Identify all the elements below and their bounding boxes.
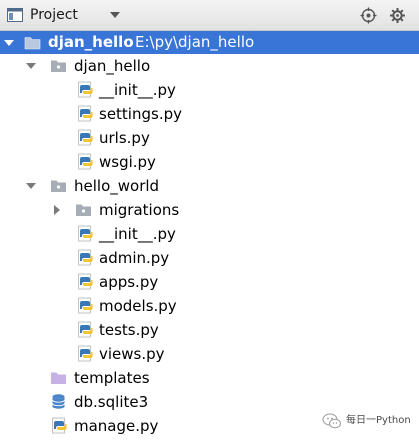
database-icon xyxy=(52,394,65,409)
triangle-down-icon[interactable] xyxy=(110,12,120,19)
tree-node-file[interactable]: tests.py xyxy=(0,318,419,342)
project-tree: djan_hello E:\py\djan_hello djan_hello _… xyxy=(0,31,419,438)
tree-node-hello_world-package[interactable]: hello_world xyxy=(0,174,419,198)
python-file-icon xyxy=(78,105,93,122)
tree-node-label: djan_hello xyxy=(48,33,134,51)
tree-node-label: views.py xyxy=(99,345,165,363)
tree-node-label: templates xyxy=(74,369,150,387)
tree-node-file[interactable]: views.py xyxy=(0,342,419,366)
tree-node-file[interactable]: apps.py xyxy=(0,270,419,294)
watermark-text: 每日一Python xyxy=(346,415,411,426)
tree-node-label: models.py xyxy=(99,297,177,315)
tree-node-file[interactable]: admin.py xyxy=(0,246,419,270)
tree-node-djan_hello-package[interactable]: djan_hello xyxy=(0,54,419,78)
python-file-icon xyxy=(78,153,93,170)
expanded-arrow-icon[interactable] xyxy=(25,60,37,72)
python-file-icon xyxy=(78,249,93,266)
python-file-icon xyxy=(78,297,93,314)
tree-node-label: tests.py xyxy=(99,321,159,339)
watermark: 每日一Python xyxy=(322,411,417,433)
python-file-icon xyxy=(78,129,93,146)
python-file-icon xyxy=(78,81,93,98)
python-file-icon xyxy=(78,225,93,242)
tree-node-root-djan_hello[interactable]: djan_hello E:\py\djan_hello xyxy=(0,31,419,54)
tree-node-label: db.sqlite3 xyxy=(74,393,149,411)
tree-node-templates-folder[interactable]: templates xyxy=(0,366,419,390)
package-folder-icon xyxy=(51,180,66,192)
project-window-icon xyxy=(7,8,23,22)
tree-node-label: urls.py xyxy=(99,129,150,147)
chat-bubbles-icon xyxy=(322,413,341,429)
python-file-icon xyxy=(52,417,67,434)
package-folder-icon xyxy=(76,204,91,216)
settings-split-icon[interactable] xyxy=(389,7,406,24)
expanded-arrow-icon[interactable] xyxy=(25,180,37,192)
tree-node-label: apps.py xyxy=(99,273,159,291)
tree-node-label: wsgi.py xyxy=(99,153,156,171)
tree-node-migrations-package[interactable]: migrations xyxy=(0,198,419,222)
tree-node-label: __init__.py xyxy=(99,225,176,243)
folder-icon xyxy=(24,37,41,50)
project-view-title[interactable]: Project xyxy=(30,0,78,31)
python-file-icon xyxy=(78,321,93,338)
project-header: Project xyxy=(0,0,419,31)
crosshair-locate-icon[interactable] xyxy=(360,7,377,24)
tree-node-label: settings.py xyxy=(99,105,182,123)
expanded-arrow-icon[interactable] xyxy=(3,37,15,49)
tree-node-label: manage.py xyxy=(74,417,159,435)
tree-node-file[interactable]: wsgi.py xyxy=(0,150,419,174)
tree-node-label: __init__.py xyxy=(99,81,176,99)
tree-node-label: djan_hello xyxy=(74,57,151,75)
tree-node-file[interactable]: models.py xyxy=(0,294,419,318)
tree-node-file[interactable]: __init__.py xyxy=(0,222,419,246)
tree-node-file[interactable]: urls.py xyxy=(0,126,419,150)
project-tool-window: Project djan_hello E:\py\djan_hello djan… xyxy=(0,0,419,441)
tree-node-label: admin.py xyxy=(99,249,170,267)
project-path: E:\py\djan_hello xyxy=(135,33,255,51)
python-file-icon xyxy=(78,345,93,362)
tree-node-file[interactable]: __init__.py xyxy=(0,78,419,102)
templates-folder-icon xyxy=(51,372,66,384)
package-folder-icon xyxy=(51,60,66,72)
collapsed-arrow-icon[interactable] xyxy=(51,204,63,216)
tree-node-label: migrations xyxy=(99,201,180,219)
tree-node-file[interactable]: settings.py xyxy=(0,102,419,126)
tree-node-label: hello_world xyxy=(74,177,160,195)
python-file-icon xyxy=(78,273,93,290)
